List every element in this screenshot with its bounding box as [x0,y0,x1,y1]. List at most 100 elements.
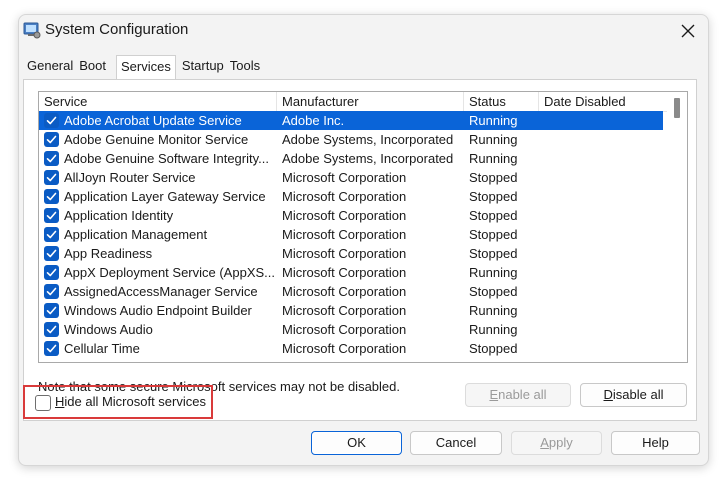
service-name: Application Management [64,227,208,242]
service-status: Running [469,132,518,147]
close-icon[interactable] [676,19,700,43]
hide-microsoft-services-checkbox[interactable] [35,395,51,411]
service-checkbox[interactable] [44,113,59,128]
service-date-disabled [544,168,664,187]
service-manufacturer: Adobe Systems, Incorporated [282,151,454,166]
service-checkbox[interactable] [44,284,59,299]
ok-button[interactable]: OK [311,431,402,455]
system-configuration-window: System Configuration General Boot Servic… [18,14,709,466]
service-date-disabled [544,263,664,282]
service-checkbox[interactable] [44,246,59,261]
tab-strip: General Boot Services Startup Tools [25,55,264,79]
apply-label: pply [548,435,573,450]
service-name: Adobe Genuine Software Integrity... [64,151,269,166]
service-status: Running [469,303,518,318]
service-name: Adobe Genuine Monitor Service [64,132,249,147]
service-checkbox[interactable] [44,132,59,147]
table-row[interactable]: Windows Audio Endpoint Builder Microsoft … [39,301,663,320]
table-row[interactable]: Cellular Time Microsoft Corporation Stoppe… [39,339,663,358]
table-row[interactable]: Application Identity Microsoft Corporatio… [39,206,663,225]
service-checkbox[interactable] [44,303,59,318]
service-status: Stopped [469,284,518,299]
service-manufacturer: Adobe Inc. [282,113,345,128]
column-header-manufacturer[interactable]: Manufacturer [277,92,464,111]
column-header-status[interactable]: Status [464,92,539,111]
service-date-disabled [544,225,664,244]
vertical-scrollbar[interactable] [667,92,687,362]
service-checkbox[interactable] [44,151,59,166]
table-row[interactable]: Application Layer Gateway Service Microso… [39,187,663,206]
tab-startup[interactable]: Startup [180,55,226,78]
service-name: App Readiness [64,246,153,261]
window-title: System Configuration [45,21,189,38]
service-name: Application Identity [64,208,174,223]
service-name: Windows Audio Endpoint Builder [64,303,252,318]
service-date-disabled [544,187,664,206]
service-status: Running [469,265,518,280]
tab-services[interactable]: Services [116,55,176,79]
column-header-service[interactable]: Service [39,92,277,111]
table-row[interactable]: Adobe Genuine Monitor Service Adobe Syste… [39,130,663,149]
hide-microsoft-services-label[interactable]: Hide all Microsoft services [55,394,206,409]
disable-all-button[interactable]: Disable all [580,383,687,407]
cancel-button[interactable]: Cancel [410,431,502,455]
enable-all-label: nable all [498,387,547,402]
table-row[interactable]: AppX Deployment Service (AppXS... Microso… [39,263,663,282]
service-manufacturer: Microsoft Corporation [282,208,407,223]
service-manufacturer: Microsoft Corporation [282,322,407,337]
msconfig-icon [23,21,41,39]
help-button[interactable]: Help [611,431,700,455]
service-status: Running [469,151,518,166]
service-manufacturer: Microsoft Corporation [282,189,407,204]
tab-general[interactable]: General [25,55,75,78]
service-date-disabled [544,130,664,149]
service-date-disabled [544,111,664,130]
service-manufacturer: Microsoft Corporation [282,170,407,185]
service-checkbox[interactable] [44,322,59,337]
service-name: Adobe Acrobat Update Service [64,113,242,128]
service-name: Cellular Time [64,341,140,356]
table-row[interactable]: Adobe Acrobat Update Service Adobe Inc. Ru… [39,111,663,130]
service-status: Stopped [469,208,518,223]
services-list[interactable]: Service Manufacturer Status Date Disable… [38,91,688,363]
tab-tools[interactable]: Tools [228,55,262,78]
service-checkbox[interactable] [44,227,59,242]
service-manufacturer: Microsoft Corporation [282,227,407,242]
service-checkbox[interactable] [44,208,59,223]
service-name: AllJoyn Router Service [64,170,196,185]
service-manufacturer: Adobe Systems, Incorporated [282,132,454,147]
enable-all-mnemonic: E [489,387,499,402]
hide-label-mnemonic: H [55,394,65,409]
service-name: AppX Deployment Service (AppXS... [64,265,275,280]
service-manufacturer: Microsoft Corporation [282,341,407,356]
table-row[interactable]: Adobe Genuine Software Integrity... Adobe… [39,149,663,168]
table-row[interactable]: AssignedAccessManager Service Microsoft C… [39,282,663,301]
scroll-thumb[interactable] [674,98,680,118]
list-rows: Adobe Acrobat Update Service Adobe Inc. Ru… [39,111,663,358]
service-checkbox[interactable] [44,170,59,185]
hide-label-text: ide all Microsoft services [64,394,206,409]
service-date-disabled [544,339,664,358]
apply-mnemonic: A [540,435,549,450]
table-row[interactable]: AllJoyn Router Service Microsoft Corporat… [39,168,663,187]
service-date-disabled [544,149,664,168]
service-status: Stopped [469,227,518,242]
list-header: Service Manufacturer Status Date Disable… [39,92,669,112]
service-manufacturer: Microsoft Corporation [282,265,407,280]
service-date-disabled [544,282,664,301]
table-row[interactable]: Application Management Microsoft Corporat… [39,225,663,244]
service-name: Application Layer Gateway Service [64,189,266,204]
apply-button[interactable]: Apply [511,431,602,455]
table-row[interactable]: App Readiness Microsoft Corporation Stoppe… [39,244,663,263]
service-checkbox[interactable] [44,265,59,280]
tab-boot[interactable]: Boot [77,55,108,78]
service-status: Stopped [469,246,518,261]
enable-all-button[interactable]: Enable all [465,383,571,407]
table-row[interactable]: Windows Audio Microsoft Corporation Runnin… [39,320,663,339]
column-header-date-disabled[interactable]: Date Disabled [539,92,669,111]
service-status: Running [469,322,518,337]
hide-microsoft-services-highlight: Hide all Microsoft services [23,385,213,419]
service-checkbox[interactable] [44,189,59,204]
services-panel: Service Manufacturer Status Date Disable… [23,79,697,421]
service-checkbox[interactable] [44,341,59,356]
